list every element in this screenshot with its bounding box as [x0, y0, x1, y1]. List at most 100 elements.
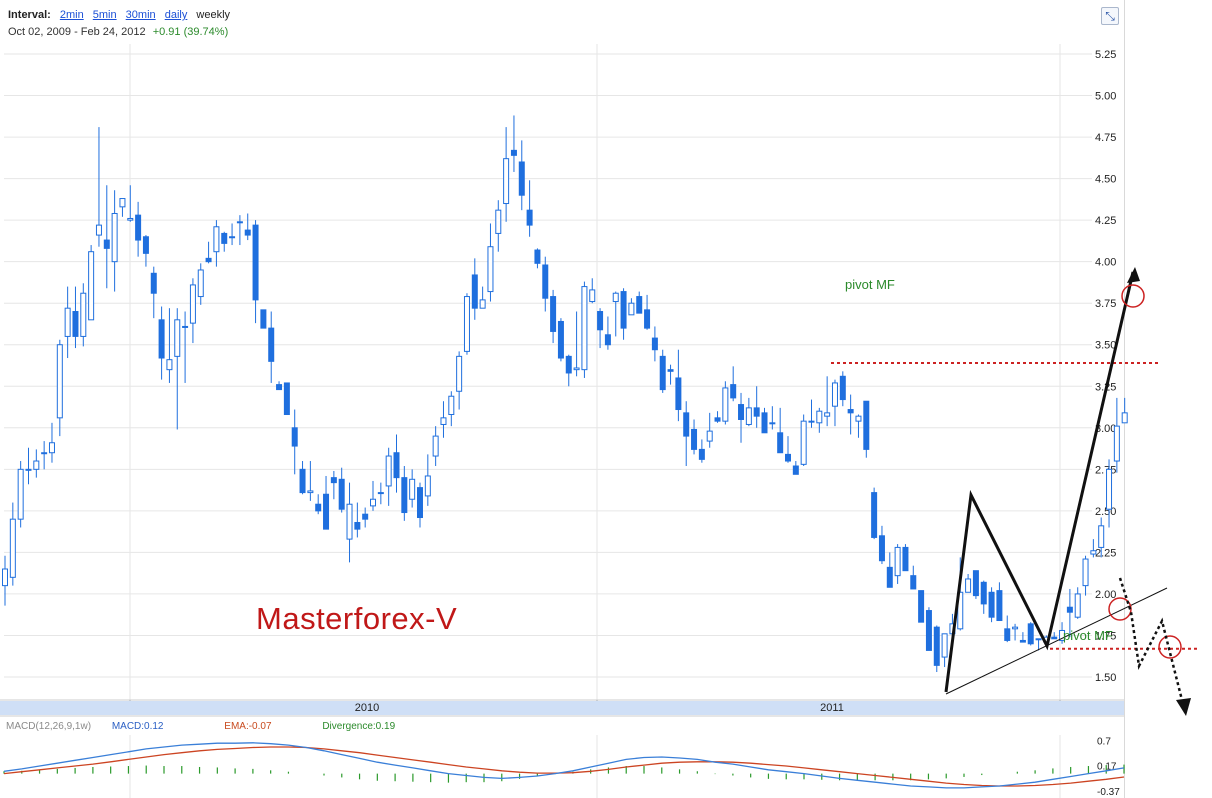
candle-bull [589, 289, 596, 303]
candle-bear [205, 257, 212, 263]
candle-bear [636, 296, 643, 314]
macd-tick-label: -0.37 [1097, 787, 1120, 798]
candle-bear [283, 382, 290, 416]
candle-bull [17, 468, 24, 520]
target-circle-upper [1121, 284, 1145, 308]
candle-bull [95, 224, 102, 236]
candle-bear [244, 229, 251, 236]
candle-bear [753, 407, 760, 417]
candle-bear [604, 334, 611, 346]
candle-bear [1066, 606, 1073, 613]
candle-bear [878, 535, 885, 562]
candle-bear [777, 432, 784, 454]
candle-bull [346, 503, 353, 540]
candle-bear [72, 311, 79, 337]
candle-bull [503, 158, 510, 205]
time-label-2010: 2010 [354, 702, 380, 714]
candle-bull [377, 492, 384, 495]
candle-bull [64, 307, 71, 337]
candle-bull [1121, 412, 1128, 424]
candle-bull [1082, 558, 1089, 587]
candle-bull [463, 296, 470, 352]
pivot-label-upper: pivot MF [845, 277, 895, 292]
candle-bear [691, 428, 698, 450]
candle-bull [80, 292, 87, 337]
candle-bear [1051, 636, 1058, 640]
candle-bear [675, 377, 682, 411]
candle-bear [792, 465, 799, 475]
price-tick-label: 4.25 [1095, 215, 1116, 227]
arrow-down-head [1176, 698, 1191, 716]
price-axis-labels: 5.255.004.754.504.254.003.753.503.253.00… [1095, 49, 1116, 684]
macd-tick-label: 0.7 [1097, 736, 1111, 747]
candle-bear [268, 327, 275, 362]
candle-bear [260, 309, 267, 329]
candle-bull [1074, 593, 1081, 618]
candle-bear [1027, 623, 1034, 645]
candle-bear [644, 309, 651, 329]
candle-bear [323, 493, 330, 530]
candle-bull [56, 344, 63, 419]
candle-bear [659, 355, 666, 391]
candle-bear [925, 610, 932, 651]
time-axis-bar: 2010 2011 [0, 701, 1124, 715]
candle-bear [910, 575, 917, 590]
candle-bull [174, 319, 181, 357]
candle-bull [941, 633, 948, 658]
candle-bull [9, 518, 16, 578]
candle-bull [612, 292, 619, 303]
candle-bear [150, 272, 157, 294]
candle-bear [330, 477, 337, 484]
price-tick-label: 4.75 [1095, 132, 1116, 144]
candle-bull [424, 475, 431, 497]
price-tick-label: 4.50 [1095, 174, 1116, 186]
candle-bull [48, 442, 55, 454]
candle-bear [142, 236, 149, 254]
candle-bear [542, 264, 549, 299]
candle-bull [307, 490, 314, 494]
candle-bull [448, 395, 455, 416]
candle-bear [276, 384, 283, 391]
pivot-label-lower: pivot MF [1063, 628, 1113, 643]
candle-bear [354, 521, 361, 530]
candle-bear [291, 427, 298, 447]
candle-bull [816, 410, 823, 424]
price-tick-label: 3.75 [1095, 298, 1116, 310]
candle-bear [471, 274, 478, 309]
candle-bull [111, 212, 118, 263]
pattern-annotations [831, 267, 1197, 716]
candle-bull [495, 209, 502, 234]
candle-bull [722, 387, 729, 422]
candle-bull [487, 246, 494, 293]
candle-bear [565, 355, 572, 374]
candle-bull [127, 217, 134, 221]
candle-bear [362, 513, 369, 520]
candle-bear [886, 566, 893, 588]
candle-bull [440, 417, 447, 425]
candle-bull [456, 355, 463, 392]
candle-bull [808, 420, 815, 423]
candle-bull [479, 299, 486, 309]
price-tick-label: 2.00 [1095, 589, 1116, 601]
candle-bear [338, 478, 345, 510]
candle-bear [683, 412, 690, 437]
candle-bull [229, 236, 236, 239]
candle-bull [831, 382, 838, 407]
candle-bull [25, 468, 32, 471]
candle-bull [800, 420, 807, 465]
candle-bear [871, 492, 878, 538]
candle-bull [573, 367, 580, 371]
candle-bear [730, 384, 737, 399]
candle-bear [785, 453, 791, 462]
candle-bull [33, 460, 40, 470]
candle-bear [550, 296, 557, 332]
candle-bear [902, 546, 909, 572]
price-tick-label: 4.00 [1095, 257, 1116, 269]
candle-bull [166, 359, 173, 371]
candle-bull [965, 578, 972, 593]
candle-bear [667, 369, 674, 372]
candle-bear [221, 232, 228, 244]
candle-bull [1106, 468, 1113, 510]
candle-bear [698, 448, 705, 460]
price-tick-label: 2.50 [1095, 506, 1116, 518]
